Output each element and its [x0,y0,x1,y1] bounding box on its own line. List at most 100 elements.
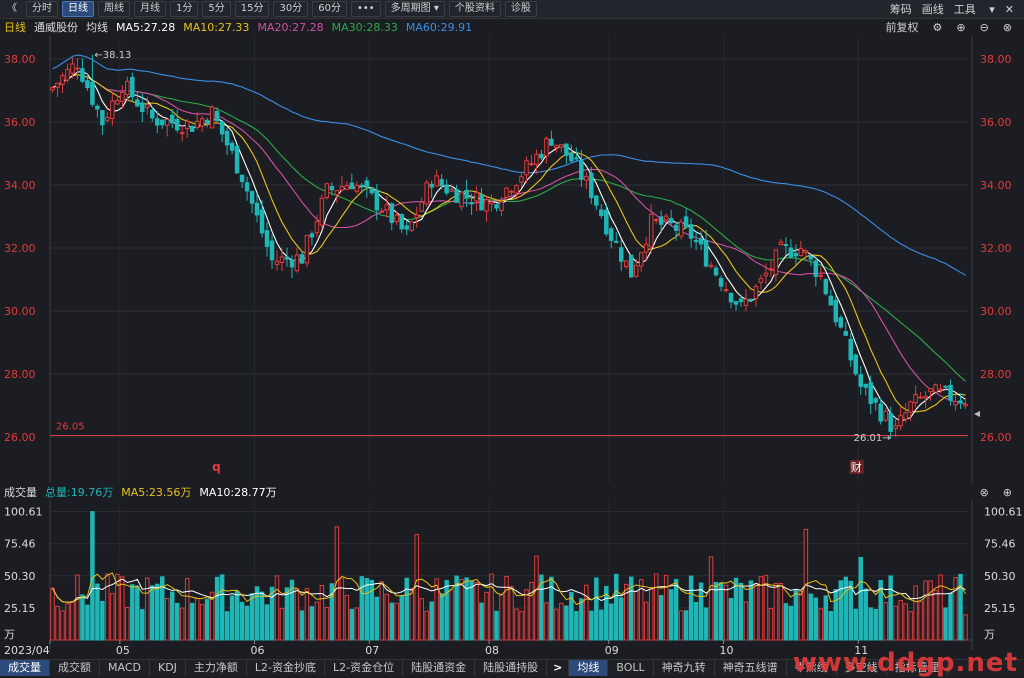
close-icon[interactable]: ✕ [1005,3,1014,16]
candle-body[interactable] [569,152,574,162]
candle-body[interactable] [958,400,963,404]
volume-bar[interactable] [883,602,888,641]
candle-body[interactable] [903,412,908,420]
candle-body[interactable] [244,182,250,192]
finance-marker[interactable]: 财 [851,460,862,474]
volume-bar[interactable] [239,601,245,641]
zoom-in-icon[interactable]: ⊕ [956,21,965,34]
volume-bar[interactable] [928,580,933,641]
candlestick-chart[interactable]: 38.00 38.00 36.00 36.00 34.00 34.00 32.00 32.00… [0,36,1024,483]
indicator-tab-8[interactable]: 陆股通持股 [475,660,548,676]
volume-bar[interactable] [284,587,290,641]
candle-body[interactable] [873,398,878,403]
volume-bar[interactable] [534,555,539,641]
indicator-tab-1[interactable]: 成交额 [50,660,100,676]
candle-body[interactable] [948,384,953,401]
candle-body[interactable] [359,184,365,187]
indicator-tab-11[interactable]: BOLL [608,660,654,676]
volume-bar[interactable] [120,576,125,641]
volume-bar[interactable] [189,602,195,641]
candle-body[interactable] [628,254,634,278]
candle-body[interactable] [50,87,55,91]
candle-body[interactable] [404,225,409,230]
volume-bar[interactable] [743,601,749,641]
candle-body[interactable] [479,194,484,211]
candle-body[interactable] [379,210,385,213]
volume-bar[interactable] [609,603,614,641]
volume-bar[interactable] [948,592,953,641]
volume-bar[interactable] [793,589,799,641]
indicator-tab-10[interactable]: 均线 [569,660,609,676]
candle-body[interactable] [469,202,474,205]
indicator-tab-6[interactable]: L2-资金仓位 [325,660,404,676]
candle-body[interactable] [499,201,504,211]
volume-bar[interactable] [449,589,454,641]
volume-bar[interactable] [499,593,504,641]
indicator-tab-4[interactable]: 主力净额 [186,660,247,676]
tab-monthly[interactable]: 月线 [134,1,166,17]
volume-bar[interactable] [828,611,834,641]
candle-body[interactable] [658,216,664,225]
indicator-tab-0[interactable]: 成交量 [0,660,50,676]
volume-bar[interactable] [509,586,514,641]
volume-bar[interactable] [773,582,779,641]
volume-bar[interactable] [673,578,679,641]
candle-body[interactable] [489,201,494,205]
volume-bar[interactable] [778,582,784,641]
candle-body[interactable] [80,68,85,82]
volume-bar[interactable] [619,597,624,641]
volume-bar[interactable] [614,573,619,641]
candle-body[interactable] [344,185,350,190]
volume-bar[interactable] [179,607,185,641]
volume-bar[interactable] [444,580,449,641]
candle-body[interactable] [464,189,469,198]
candle-body[interactable] [100,110,105,126]
adjust-button[interactable]: 前复权 [885,19,918,35]
candle-body[interactable] [833,299,839,323]
candle-body[interactable] [369,187,375,194]
candle-body[interactable] [963,403,968,407]
volume-bar[interactable] [823,595,829,641]
volume-bar[interactable] [564,605,569,641]
candle-body[interactable] [843,331,849,336]
volume-bar[interactable] [908,611,913,641]
volume-bar[interactable] [439,593,444,641]
more-periods-button[interactable]: ••• [350,1,381,17]
volume-bar[interactable] [668,589,674,641]
volume-bar[interactable] [219,574,225,641]
indicator-tab-5[interactable]: L2-资金抄底 [247,660,326,676]
volume-bar[interactable] [589,610,594,641]
volume-bar[interactable] [224,611,230,641]
candle-body[interactable] [85,80,90,89]
multi-period-button[interactable]: 多周期图 ▾ [384,1,445,17]
volume-bar[interactable] [943,607,948,641]
candle-body[interactable] [204,119,210,125]
volume-bar[interactable] [469,580,474,641]
candle-body[interactable] [708,264,714,268]
volume-bar[interactable] [479,602,484,641]
candle-body[interactable] [803,250,809,253]
volume-bar[interactable] [249,593,255,641]
volume-bar[interactable] [529,581,534,641]
volume-bar[interactable] [524,589,529,641]
volume-bar[interactable] [324,606,330,641]
volume-bar[interactable] [259,591,265,641]
candle-body[interactable] [633,265,639,277]
volume-bar[interactable] [484,591,489,641]
volume-bar[interactable] [584,584,589,641]
draw-line-button[interactable]: 画线 [922,1,944,17]
tab-1min[interactable]: 1分 [170,1,199,17]
volume-bar[interactable] [105,573,110,641]
volume-bar[interactable] [938,574,943,641]
volume-bar[interactable] [903,603,908,641]
candle-body[interactable] [75,67,80,70]
volume-bar[interactable] [90,511,95,641]
candle-body[interactable] [813,260,819,277]
volume-bar[interactable] [269,586,275,641]
candle-body[interactable] [309,233,315,238]
candle-body[interactable] [179,132,185,135]
volume-bar[interactable] [135,585,140,641]
stock-info-button[interactable]: 个股资料 [448,1,501,17]
volume-bar[interactable] [898,600,903,641]
candle-body[interactable] [164,118,170,126]
